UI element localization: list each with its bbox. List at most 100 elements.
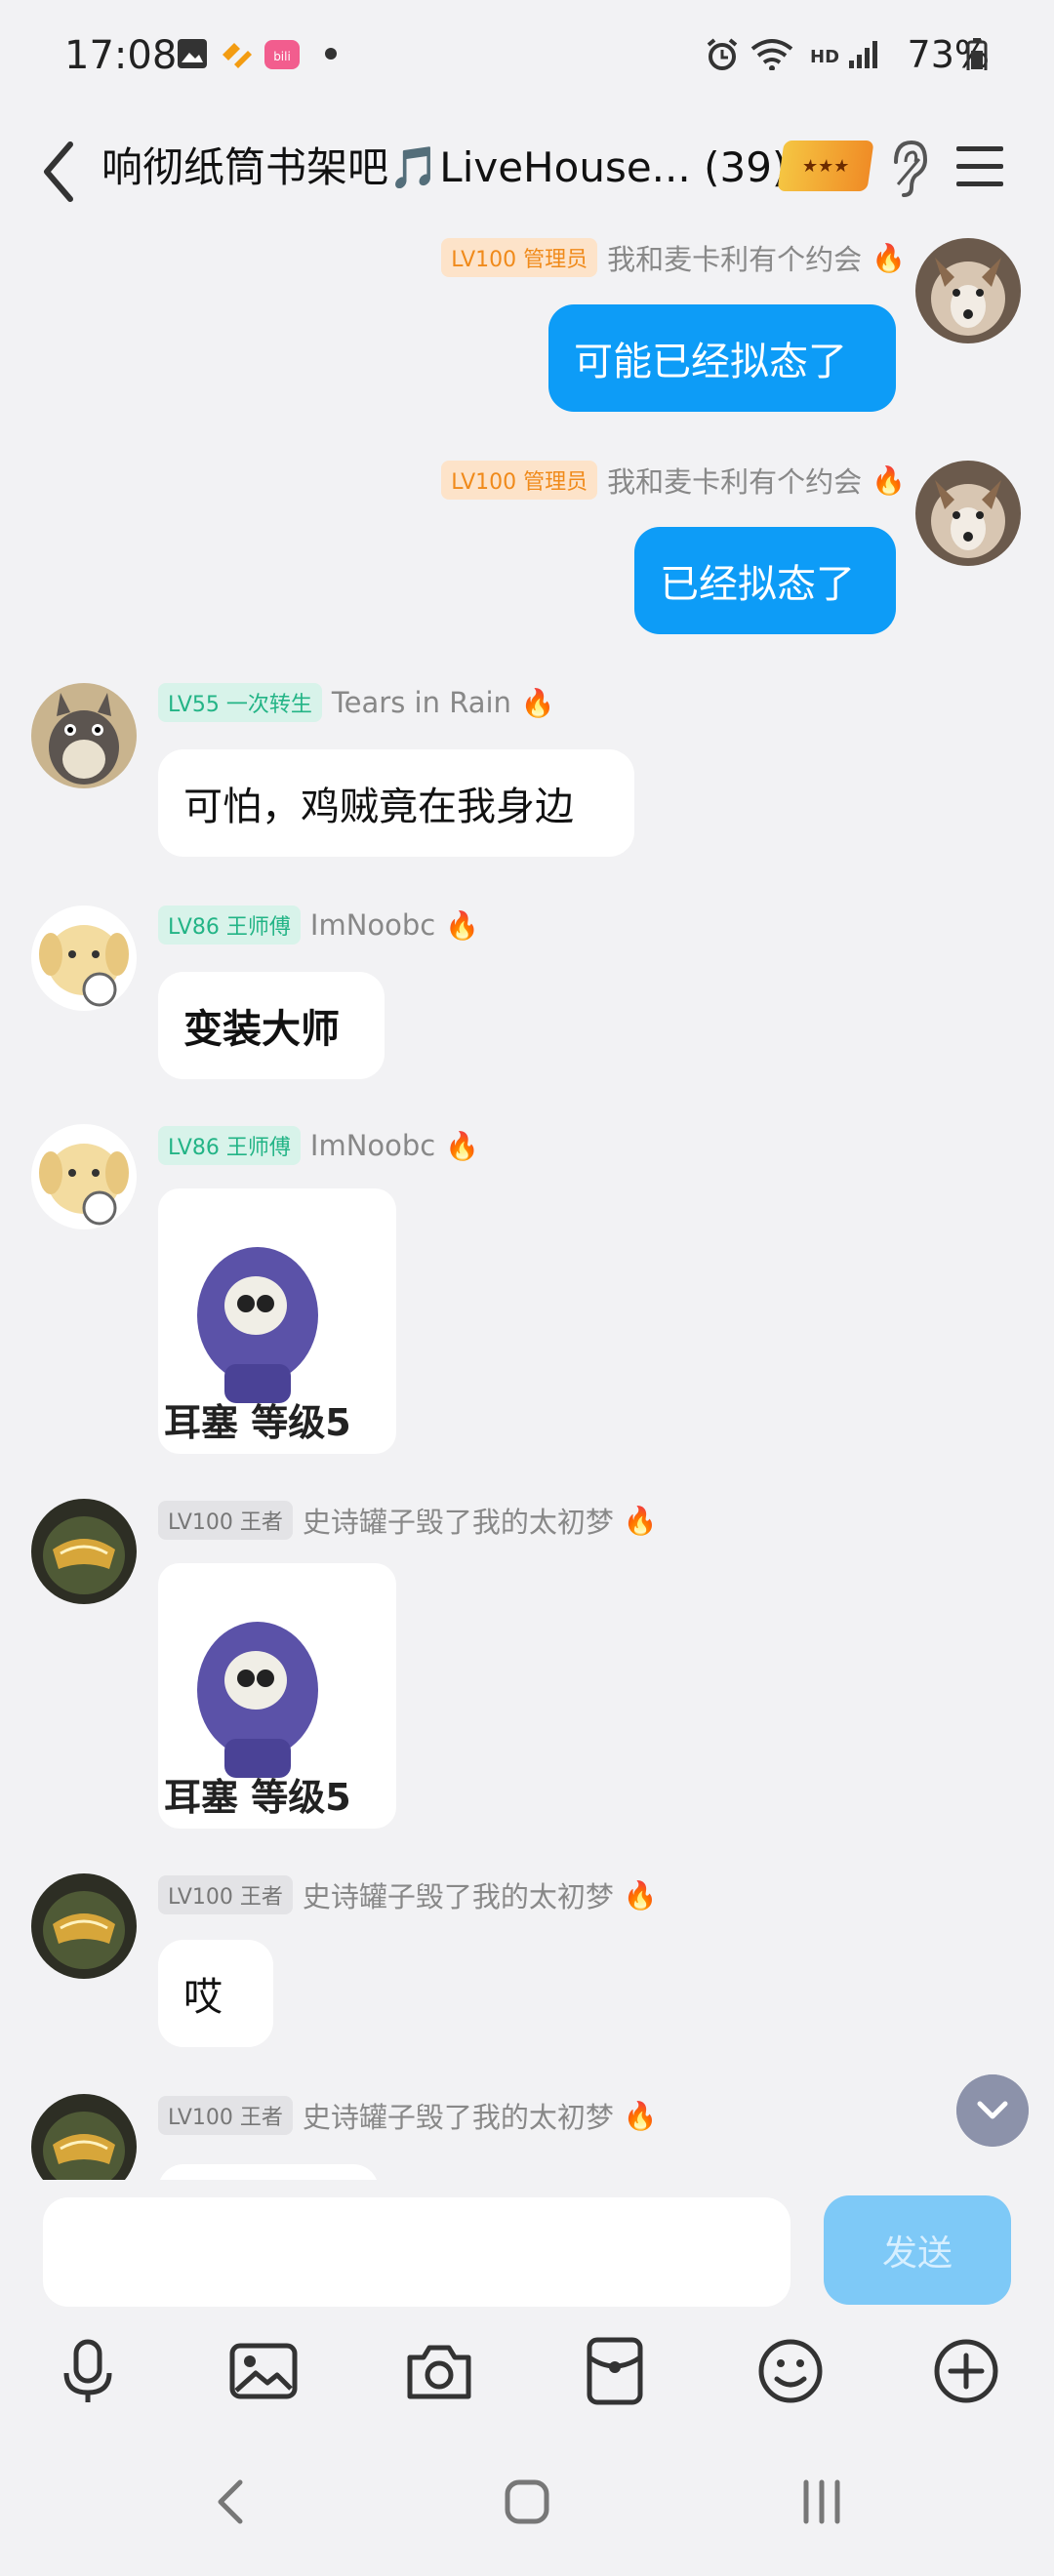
bilibili-notification-icon: bili [264, 40, 300, 69]
sender-name[interactable]: 我和麦卡利有个约会 [607, 460, 862, 501]
level-badge: LV100 王者 [158, 2096, 293, 2135]
message-item: LV86 王师傅 ImNoobc 🔥 变装大师 [0, 894, 1054, 1089]
sender-name[interactable]: Tears in Rain [332, 686, 511, 719]
message-item: LV100 管理员 我和麦卡利有个约会 🔥 可能已经拟态了 [0, 226, 1054, 422]
fire-icon: 🔥 [623, 2099, 658, 2132]
message-item: LV86 王师傅 ImNoobc 🔥 耳塞 等级5 [0, 1114, 1054, 1477]
chat-title[interactable]: 响彻纸筒书架吧🎵LiveHouse... (39) [101, 135, 843, 194]
fire-icon: 🔥 [623, 1878, 658, 1912]
ear-mode-icon[interactable] [886, 137, 929, 199]
fire-icon: 🔥 [445, 1129, 480, 1162]
send-button[interactable]: 发送 [824, 2195, 1011, 2305]
level-badge: LV100 管理员 [441, 238, 598, 277]
nav-home-icon[interactable] [496, 2471, 558, 2533]
signal-icon [849, 41, 877, 68]
wifi-icon [750, 39, 793, 70]
sender-meta: LV100 管理员 我和麦卡利有个约会 🔥 [441, 461, 906, 500]
message-bubble[interactable]: 可能已经拟态了 [548, 304, 896, 412]
message-bubble[interactable]: 可怕，鸡贼竟在我身边 [158, 749, 634, 857]
status-bar: 17:08 bili HD 73% [0, 0, 1054, 117]
system-navigation-bar [0, 2424, 1054, 2576]
sender-meta: LV100 王者 史诗罐子毁了我的太初梦 🔥 [158, 2096, 658, 2135]
helmet-avatar-icon [31, 1499, 137, 1604]
avatar[interactable] [31, 1124, 137, 1229]
sender-name[interactable]: ImNoobc [310, 908, 435, 942]
input-toolbar [0, 2316, 1054, 2424]
level-badge: LV100 王者 [158, 1501, 293, 1540]
sender-meta: LV100 管理员 我和麦卡利有个约会 🔥 [441, 238, 906, 277]
avatar[interactable] [915, 238, 1021, 343]
message-bubble[interactable] [158, 2164, 379, 2180]
avatar[interactable] [31, 1873, 137, 1979]
sender-meta: LV55 一次转生 Tears in Rain 🔥 [158, 683, 555, 722]
avatar[interactable] [915, 461, 1021, 566]
message-input[interactable] [43, 2197, 790, 2307]
nav-back-icon[interactable] [201, 2471, 264, 2533]
network-type-label: HD [810, 47, 840, 67]
emoji-icon[interactable] [753, 2334, 828, 2408]
message-item: LV100 管理员 我和麦卡利有个约会 🔥 已经拟态了 [0, 449, 1054, 644]
level-badge: LV86 王师傅 [158, 906, 301, 945]
fire-icon: 🔥 [623, 1504, 658, 1537]
sender-name[interactable]: 我和麦卡利有个约会 [607, 237, 862, 278]
input-bar: 发送 [0, 2180, 1054, 2316]
avatar[interactable] [31, 906, 137, 1011]
message-item: LV100 王者 史诗罐子毁了我的太初梦 🔥 耳塞 等级5 [0, 1489, 1054, 1852]
plus-icon[interactable] [929, 2334, 1003, 2408]
message-bubble[interactable]: 哎 [158, 1940, 273, 2047]
nav-recents-icon[interactable] [790, 2471, 853, 2533]
message-item: LV100 王者 史诗罐子毁了我的太初梦 🔥 [0, 2086, 1054, 2180]
microphone-icon[interactable] [51, 2334, 125, 2408]
totoro-avatar-icon [31, 683, 137, 788]
fire-icon: 🔥 [872, 463, 906, 497]
sender-meta: LV100 王者 史诗罐子毁了我的太初梦 🔥 [158, 1875, 658, 1914]
fire-icon: 🔥 [445, 908, 480, 942]
chat-message-list[interactable]: LV100 管理员 我和麦卡利有个约会 🔥 可能已经拟态了 LV100 管理员 … [0, 226, 1054, 2180]
avatar[interactable] [31, 2094, 137, 2180]
member-count: (39) [704, 143, 789, 191]
gallery-notification-icon [178, 39, 207, 68]
sender-name[interactable]: ImNoobc [310, 1129, 435, 1162]
status-time: 17:08 [64, 33, 178, 78]
dog-avatar-icon [31, 1124, 137, 1229]
message-item: LV55 一次转生 Tears in Rain 🔥 可怕，鸡贼竟在我身边 [0, 671, 1054, 866]
sender-name[interactable]: 史诗罐子毁了我的太初梦 [303, 1874, 614, 1915]
app-notification-icon [223, 43, 252, 68]
message-bubble[interactable]: 已经拟态了 [634, 527, 896, 634]
fire-icon: 🔥 [872, 241, 906, 274]
red-packet-icon[interactable] [578, 2334, 652, 2408]
sticker-caption: 耳塞 等级5 [164, 1401, 351, 1444]
avatar[interactable] [31, 683, 137, 788]
image-icon[interactable] [226, 2334, 301, 2408]
menu-icon[interactable] [954, 137, 1005, 195]
message-bubble[interactable]: 变装大师 [158, 972, 385, 1079]
helmet-avatar-icon [31, 1873, 137, 1979]
alarm-icon [707, 38, 738, 70]
sticker-image[interactable]: 耳塞 等级5 [158, 1563, 396, 1829]
sender-meta: LV86 王师傅 ImNoobc 🔥 [158, 1126, 479, 1165]
scroll-to-bottom-icon[interactable] [956, 2074, 1029, 2147]
message-item: LV100 王者 史诗罐子毁了我的太初梦 🔥 哎 [0, 1864, 1054, 2059]
camera-icon[interactable] [402, 2334, 476, 2408]
level-badge: LV86 王师傅 [158, 1126, 301, 1165]
battery-icon [966, 38, 988, 70]
sender-name[interactable]: 史诗罐子毁了我的太初梦 [303, 1500, 614, 1541]
fox-avatar-icon [915, 238, 1021, 343]
fire-icon: 🔥 [520, 686, 555, 719]
avatar[interactable] [31, 1499, 137, 1604]
svg-text:bili: bili [273, 50, 291, 63]
helmet-avatar-icon [31, 2094, 137, 2180]
level-badge: LV100 管理员 [441, 461, 598, 500]
fox-avatar-icon [915, 461, 1021, 566]
sticker-caption: 耳塞 等级5 [164, 1776, 351, 1819]
level-badge: LV100 王者 [158, 1875, 293, 1914]
back-arrow-icon[interactable] [33, 133, 92, 211]
sender-name[interactable]: 史诗罐子毁了我的太初梦 [303, 2095, 614, 2136]
group-name: 响彻纸筒书架吧🎵LiveHouse... [101, 143, 691, 191]
sticker-image[interactable]: 耳塞 等级5 [158, 1188, 396, 1454]
sender-meta: LV100 王者 史诗罐子毁了我的太初梦 🔥 [158, 1501, 658, 1540]
chat-header: 响彻纸筒书架吧🎵LiveHouse... (39) ★★★ [0, 117, 1054, 226]
sender-meta: LV86 王师傅 ImNoobc 🔥 [158, 906, 479, 945]
dog-avatar-icon [31, 906, 137, 1011]
honor-badge-icon[interactable]: ★★★ [777, 141, 874, 191]
